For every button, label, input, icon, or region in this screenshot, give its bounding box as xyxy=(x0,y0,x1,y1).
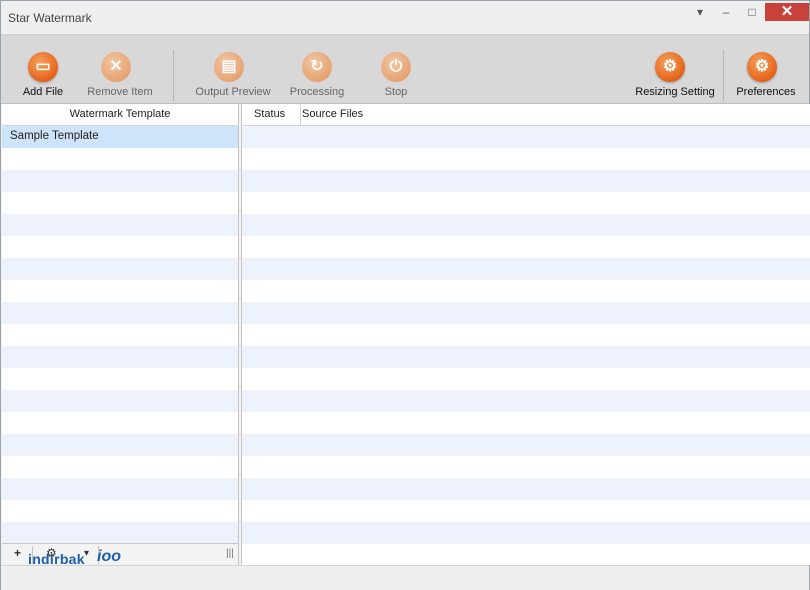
watermark-logo-text: indirbak xyxy=(28,551,85,567)
list-item[interactable] xyxy=(2,456,238,478)
list-item[interactable] xyxy=(2,478,238,500)
stop-icon: ⏻ xyxy=(381,52,411,82)
toolbar: ▭ Add File ✕ Remove Item ▤ Output Previe… xyxy=(1,34,809,104)
preferences-label: Preferences xyxy=(736,86,796,98)
output-preview-button[interactable]: ▤ Output Preview xyxy=(191,35,275,103)
processing-label: Processing xyxy=(289,86,345,98)
preferences-gear-icon: ⚙ xyxy=(747,52,777,82)
add-file-label: Add File xyxy=(22,86,64,98)
column-divider xyxy=(300,104,301,125)
table-row[interactable] xyxy=(242,522,810,544)
status-bar xyxy=(1,565,809,590)
table-row[interactable] xyxy=(242,170,810,192)
table-row[interactable] xyxy=(242,126,810,148)
list-item[interactable] xyxy=(2,390,238,412)
list-item[interactable] xyxy=(2,368,238,390)
table-row[interactable] xyxy=(242,236,810,258)
resizing-setting-label: Resizing Setting xyxy=(635,86,715,98)
table-row[interactable] xyxy=(242,192,810,214)
resizing-gear-icon: ⚙ xyxy=(655,52,685,82)
preview-icon: ▤ xyxy=(214,52,244,82)
stop-button[interactable]: ⏻ Stop xyxy=(369,35,423,103)
remove-item-label: Remove Item xyxy=(87,86,153,98)
template-list-header[interactable]: Watermark Template xyxy=(2,104,238,126)
table-row[interactable] xyxy=(242,368,810,390)
title-bar: Star Watermark ▾ ‒ □ ✕ xyxy=(1,1,809,34)
table-row[interactable] xyxy=(242,500,810,522)
close-icon[interactable]: ✕ xyxy=(765,3,809,21)
list-item[interactable] xyxy=(2,280,238,302)
template-name: Sample Template xyxy=(10,130,99,142)
watermark-logo-mark: ioo xyxy=(97,548,121,565)
table-row[interactable] xyxy=(242,258,810,280)
table-row[interactable] xyxy=(242,544,810,566)
file-list[interactable]: Status Source Files xyxy=(241,104,810,565)
list-item[interactable] xyxy=(2,170,238,192)
app-window: Star Watermark ▾ ‒ □ ✕ ▭ Add File ✕ Remo… xyxy=(0,0,810,590)
window-title: Star Watermark xyxy=(8,11,92,25)
table-row[interactable] xyxy=(242,302,810,324)
add-template-icon[interactable]: + xyxy=(14,546,21,560)
list-item[interactable] xyxy=(2,236,238,258)
list-item[interactable]: Sample Template xyxy=(2,126,238,148)
table-row[interactable] xyxy=(242,214,810,236)
remove-icon: ✕ xyxy=(101,52,131,82)
list-item[interactable] xyxy=(2,258,238,280)
processing-icon: ↻ xyxy=(302,52,332,82)
list-item[interactable] xyxy=(2,412,238,434)
preferences-button[interactable]: ⚙ Preferences xyxy=(731,35,801,103)
resizing-setting-button[interactable]: ⚙ Resizing Setting xyxy=(633,35,717,103)
remove-item-button[interactable]: ✕ Remove Item xyxy=(81,35,159,103)
grip-icon[interactable]: ||| xyxy=(226,548,234,559)
maximize-icon[interactable]: □ xyxy=(739,3,765,21)
table-row[interactable] xyxy=(242,390,810,412)
list-item[interactable] xyxy=(2,302,238,324)
template-list[interactable]: Watermark Template Sample Template xyxy=(2,104,239,565)
list-item[interactable] xyxy=(2,214,238,236)
toolbar-separator xyxy=(723,51,724,101)
table-row[interactable] xyxy=(242,434,810,456)
table-row[interactable] xyxy=(242,148,810,170)
table-row[interactable] xyxy=(242,478,810,500)
minimize-icon[interactable]: ‒ xyxy=(713,3,739,21)
table-row[interactable] xyxy=(242,346,810,368)
stop-label: Stop xyxy=(384,86,408,98)
table-row[interactable] xyxy=(242,324,810,346)
table-row[interactable] xyxy=(242,456,810,478)
list-item[interactable] xyxy=(2,324,238,346)
list-item[interactable] xyxy=(2,434,238,456)
list-item[interactable] xyxy=(2,522,238,544)
list-item[interactable] xyxy=(2,192,238,214)
output-preview-label: Output Preview xyxy=(195,86,271,98)
table-row[interactable] xyxy=(242,412,810,434)
status-column-header[interactable]: Status xyxy=(254,104,285,125)
list-item[interactable] xyxy=(2,500,238,522)
file-list-header: Status Source Files xyxy=(242,104,810,126)
list-item[interactable] xyxy=(2,148,238,170)
dropdown-icon[interactable]: ▾ xyxy=(687,3,713,21)
source-files-column-header[interactable]: Source Files xyxy=(302,104,363,125)
add-file-button[interactable]: ▭ Add File xyxy=(15,35,71,103)
list-item[interactable] xyxy=(2,346,238,368)
processing-button[interactable]: ↻ Processing xyxy=(285,35,349,103)
table-row[interactable] xyxy=(242,280,810,302)
toolbar-separator xyxy=(173,51,174,101)
add-file-icon: ▭ xyxy=(28,52,58,82)
